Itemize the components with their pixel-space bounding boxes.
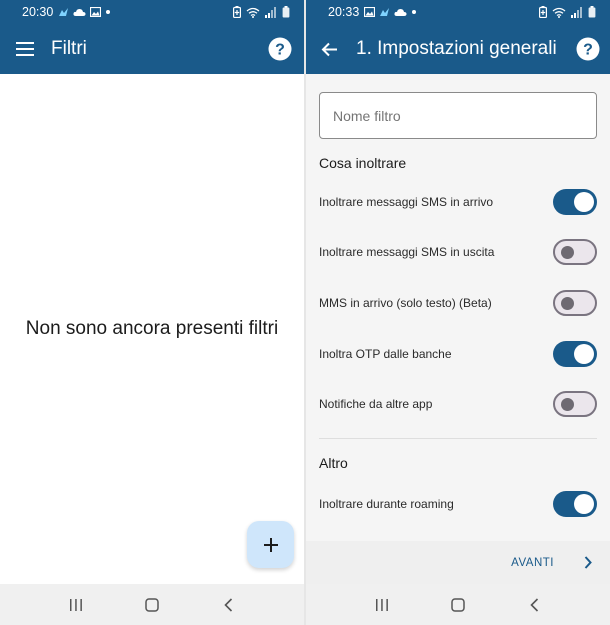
status-time: 20:33 bbox=[328, 5, 360, 19]
messenger-icon bbox=[59, 7, 69, 16]
help-circle-icon[interactable]: ? bbox=[268, 37, 292, 61]
toggle-switch[interactable] bbox=[553, 290, 597, 316]
filter-name-input[interactable] bbox=[319, 92, 597, 139]
status-bar: 20:33 bbox=[306, 0, 610, 24]
plus-icon bbox=[263, 537, 278, 552]
toggle-label: Inoltra OTP dalle banche bbox=[319, 347, 452, 361]
section-title-forward: Cosa inoltrare bbox=[319, 155, 407, 171]
page-title: Filtri bbox=[51, 38, 87, 59]
recent-apps-icon[interactable] bbox=[362, 590, 402, 620]
toggle-row-roaming[interactable]: Inoltrare durante roaming bbox=[306, 486, 610, 522]
recent-apps-icon[interactable] bbox=[56, 590, 96, 620]
image-icon bbox=[364, 7, 376, 17]
page-title: 1. Impostazioni generali bbox=[356, 38, 557, 59]
battery-saver-icon bbox=[233, 6, 241, 18]
toggle-row-sms-outgoing[interactable]: Inoltrare messaggi SMS in uscita bbox=[306, 234, 610, 270]
app-bar: 1. Impostazioni generali ? bbox=[306, 24, 610, 74]
toggle-row-bank-otp[interactable]: Inoltra OTP dalle banche bbox=[306, 336, 610, 372]
hamburger-icon[interactable] bbox=[14, 38, 36, 60]
toggle-label: Inoltrare messaggi SMS in arrivo bbox=[319, 195, 494, 209]
add-filter-button[interactable] bbox=[247, 521, 294, 568]
toggle-switch[interactable] bbox=[553, 341, 597, 367]
settings-form: Cosa inoltrare Inoltrare messaggi SMS in… bbox=[306, 74, 610, 541]
toggle-row-sms-incoming[interactable]: Inoltrare messaggi SMS in arrivo bbox=[306, 184, 610, 220]
status-bar: 20:30 bbox=[0, 0, 304, 24]
dot-icon bbox=[412, 10, 417, 14]
toggle-label: Notifiche da altre app bbox=[319, 397, 433, 411]
toggle-switch[interactable] bbox=[553, 189, 597, 215]
chevron-right-icon[interactable] bbox=[584, 556, 592, 569]
toggle-switch[interactable] bbox=[553, 491, 597, 517]
signal-icon bbox=[571, 6, 582, 18]
home-icon[interactable] bbox=[438, 590, 478, 620]
arrow-left-icon[interactable] bbox=[317, 37, 341, 61]
home-icon[interactable] bbox=[132, 590, 172, 620]
cloud-icon bbox=[394, 8, 407, 16]
dot-icon bbox=[106, 10, 111, 14]
cloud-icon bbox=[73, 8, 86, 16]
next-button[interactable]: AVANTI bbox=[511, 557, 554, 569]
section-title-other: Altro bbox=[319, 455, 348, 471]
battery-icon bbox=[282, 6, 290, 18]
toggle-row-mms-incoming[interactable]: MMS in arrivo (solo testo) (Beta) bbox=[306, 285, 610, 321]
toggle-switch[interactable] bbox=[553, 239, 597, 265]
toggle-label: Inoltrare durante roaming bbox=[319, 497, 454, 511]
app-bar: Filtri ? bbox=[0, 24, 304, 74]
back-icon[interactable] bbox=[514, 590, 554, 620]
toggle-switch[interactable] bbox=[553, 391, 597, 417]
image-icon bbox=[90, 7, 102, 17]
wifi-icon bbox=[246, 7, 260, 18]
system-nav-bar bbox=[306, 584, 610, 625]
signal-icon bbox=[265, 6, 276, 18]
help-circle-icon[interactable]: ? bbox=[576, 37, 600, 61]
toggle-label: MMS in arrivo (solo testo) (Beta) bbox=[319, 296, 492, 310]
messenger-icon bbox=[380, 7, 390, 16]
svg-text:?: ? bbox=[275, 42, 285, 59]
wifi-icon bbox=[552, 7, 566, 18]
system-nav-bar bbox=[0, 584, 304, 625]
battery-saver-icon bbox=[539, 6, 547, 18]
back-icon[interactable] bbox=[208, 590, 248, 620]
battery-icon bbox=[588, 6, 596, 18]
status-time: 20:30 bbox=[22, 5, 54, 19]
empty-state-message: Non sono ancora presenti filtri bbox=[25, 318, 279, 339]
toggle-label: Inoltrare messaggi SMS in uscita bbox=[319, 245, 495, 259]
filters-screen: 20:30 Filtri ? Non sono ancora presenti … bbox=[0, 0, 304, 625]
section-divider bbox=[319, 438, 597, 439]
wizard-footer: AVANTI bbox=[306, 541, 610, 584]
svg-text:?: ? bbox=[583, 42, 593, 59]
toggle-row-app-notifications[interactable]: Notifiche da altre app bbox=[306, 386, 610, 422]
general-settings-screen: 20:33 1. Impostazioni generali ? Cosa in… bbox=[306, 0, 610, 625]
